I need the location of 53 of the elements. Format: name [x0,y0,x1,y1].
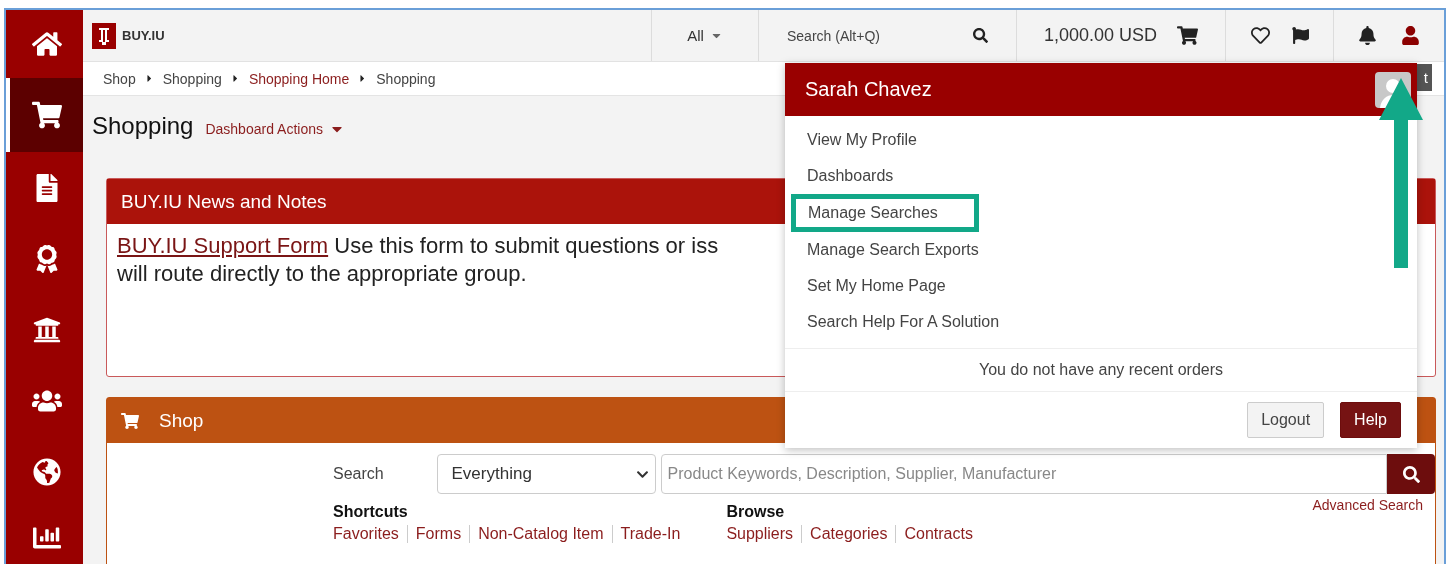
logout-button[interactable]: Logout [1247,402,1325,438]
bell-icon[interactable] [1358,26,1377,45]
menu-item[interactable]: Set My Home Page [785,268,968,304]
menu-item[interactable]: View My Profile [785,122,939,158]
group-title: Shortcuts [333,503,409,521]
logo-text: BUY.IU [122,28,165,43]
panel-title: BUY.IU News and Notes [121,190,327,213]
breadcrumb-item: Shopping [376,70,436,87]
shortcut-link[interactable]: Forms [406,525,470,543]
product-search-field[interactable]: Product Keywords, Description, Supplier, Manufacturer [660,454,1388,494]
shortcut-link[interactable]: Non-Catalog Item [469,525,612,543]
bank-icon [32,316,61,344]
flag-icon[interactable] [1291,27,1309,44]
user-icon[interactable] [1401,26,1420,45]
search-button[interactable] [1387,454,1435,494]
user-name: Sarah Chavez [805,78,932,101]
shortcut-link[interactable]: Trade-In [611,525,689,543]
advanced-search-link[interactable]: Advanced Search [1312,497,1423,513]
support-form-link[interactable]: BUY.IU Support Form [117,233,329,258]
page-title: Shopping [92,112,194,140]
heart-icon[interactable] [1250,26,1270,45]
search-icon [973,28,988,43]
shortcut-link[interactable]: Suppliers [726,525,802,543]
panel-title: Shop [159,409,204,432]
menu-item[interactable]: Dashboards [785,158,916,194]
search-field[interactable]: Search (Alt+Q) [758,10,1016,61]
news-text: BUY.IU Support Form Use this form to submit questions or iss [117,232,719,260]
logo-icon [92,22,116,49]
cart-icon [31,100,62,130]
recent-orders-text: You do not have any recent orders [979,361,1223,379]
search-icon [1402,465,1420,483]
menu-item[interactable]: Search Help For A Solution [785,304,1022,340]
scope-dropdown[interactable]: All [651,10,758,61]
news-text: will route directly to the appropriate group. [117,260,527,288]
menu-item[interactable]: Manage Search Exports [785,232,1001,268]
shortcut-link[interactable]: Contracts [895,525,981,543]
search-label: Search [333,465,385,483]
dashboard-actions-link[interactable]: Dashboard Actions [205,121,345,137]
sidebar-item[interactable] [6,78,83,152]
group-title: Browse [726,503,786,521]
home-icon [31,29,62,59]
cart-icon [121,411,139,430]
cart-summary[interactable]: 1,000.00 USD [1016,10,1225,61]
breadcrumb-link[interactable]: Shopping Home [248,70,350,87]
globe-icon [32,458,61,486]
shortcut-link[interactable]: Favorites [333,525,407,543]
breadcrumb-item: Shop [103,70,136,87]
breadcrumb-item: Shopping [162,70,222,87]
shortcut-link[interactable]: Categories [801,525,896,543]
scope-select[interactable]: Everything [436,454,656,494]
help-button[interactable]: Help [1340,402,1401,438]
cart-icon [1177,25,1199,46]
menu-item[interactable]: Manage Searches [791,194,979,232]
